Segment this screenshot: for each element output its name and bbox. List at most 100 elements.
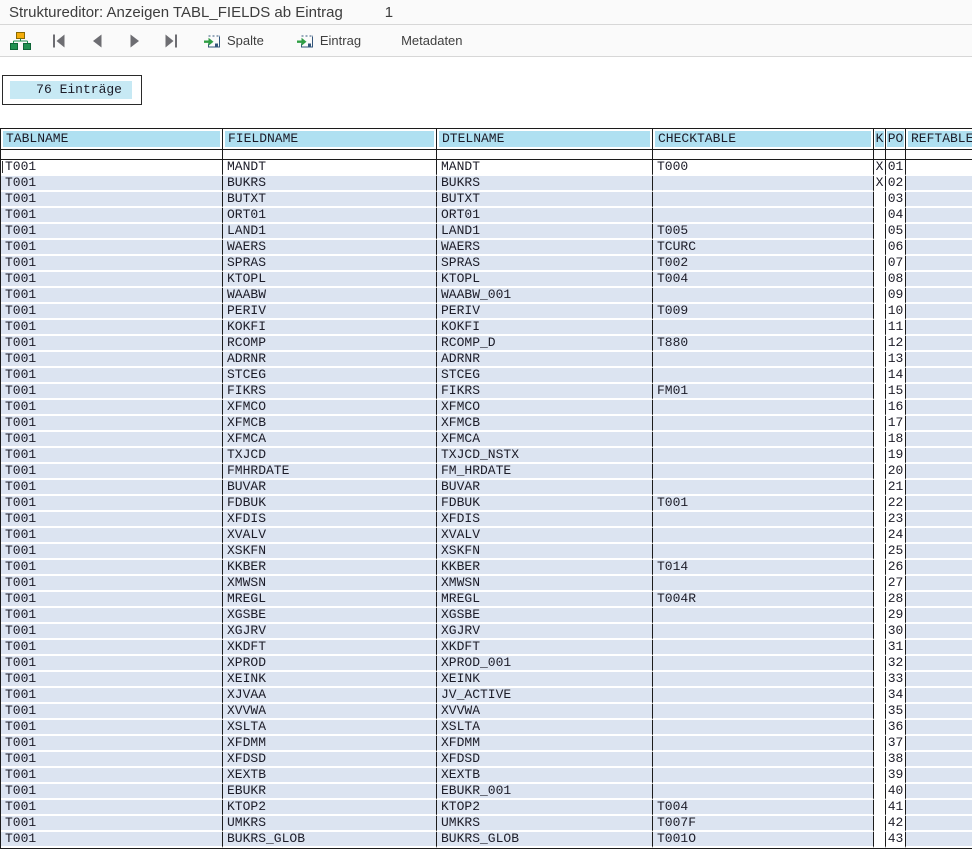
cell-checktable[interactable] bbox=[653, 352, 874, 368]
cell-dtelname[interactable]: WAERS bbox=[437, 240, 653, 256]
table-row[interactable]: T001KOKFIKOKFI11 bbox=[1, 320, 972, 336]
cell-po[interactable]: 19 bbox=[886, 448, 906, 464]
cell-k[interactable] bbox=[874, 544, 886, 560]
table-row[interactable]: T001PERIVPERIVT00910 bbox=[1, 304, 972, 320]
cell-checktable[interactable] bbox=[653, 752, 874, 768]
cell-checktable[interactable]: T009 bbox=[653, 304, 874, 320]
cell-reftable[interactable] bbox=[906, 176, 972, 192]
cell-dtelname[interactable]: XMWSN bbox=[437, 576, 653, 592]
cell-tablname[interactable]: T001 bbox=[1, 528, 223, 544]
cell-tablname[interactable]: T001 bbox=[1, 736, 223, 752]
cell-tablname[interactable]: T001 bbox=[1, 272, 223, 288]
cell-po[interactable]: 13 bbox=[886, 352, 906, 368]
cell-reftable[interactable] bbox=[906, 512, 972, 528]
cell-k[interactable] bbox=[874, 352, 886, 368]
cell-reftable[interactable] bbox=[906, 160, 972, 176]
table-row[interactable]: T001SPRASSPRAST00207 bbox=[1, 256, 972, 272]
cell-fieldname[interactable]: XKDFT bbox=[223, 640, 437, 656]
cell-checktable[interactable] bbox=[653, 208, 874, 224]
cell-reftable[interactable] bbox=[906, 304, 972, 320]
previous-record-button[interactable] bbox=[85, 31, 109, 51]
cell-fieldname[interactable]: XPROD bbox=[223, 656, 437, 672]
cell-po[interactable]: 17 bbox=[886, 416, 906, 432]
cell-fieldname[interactable]: KTOP2 bbox=[223, 800, 437, 816]
cell-k[interactable] bbox=[874, 208, 886, 224]
cell-tablname[interactable]: T001 bbox=[1, 192, 223, 208]
table-row[interactable]: T001KKBERKKBERT01426 bbox=[1, 560, 972, 576]
cell-dtelname[interactable]: RCOMP_D bbox=[437, 336, 653, 352]
cell-fieldname[interactable]: BUKRS bbox=[223, 176, 437, 192]
cell-po[interactable]: 41 bbox=[886, 800, 906, 816]
cell-tablname[interactable]: T001 bbox=[1, 384, 223, 400]
cell-dtelname[interactable]: XGSBE bbox=[437, 608, 653, 624]
cell-fieldname[interactable]: ORT01 bbox=[223, 208, 437, 224]
cell-po[interactable]: 24 bbox=[886, 528, 906, 544]
cell-k[interactable] bbox=[874, 432, 886, 448]
cell-reftable[interactable] bbox=[906, 480, 972, 496]
cell-dtelname[interactable]: MREGL bbox=[437, 592, 653, 608]
cell-checktable[interactable]: T001 bbox=[653, 496, 874, 512]
cell-po[interactable]: 01 bbox=[886, 160, 906, 176]
table-row[interactable]: T001BUKRSBUKRSX02 bbox=[1, 176, 972, 192]
table-row[interactable]: T001EBUKREBUKR_00140 bbox=[1, 784, 972, 800]
table-row[interactable]: T001UMKRSUMKRST007F42 bbox=[1, 816, 972, 832]
cell-k[interactable] bbox=[874, 256, 886, 272]
cell-tablname[interactable]: T001 bbox=[1, 496, 223, 512]
first-record-button[interactable] bbox=[47, 31, 71, 51]
cell-dtelname[interactable]: XFDSD bbox=[437, 752, 653, 768]
cell-tablname[interactable]: T001 bbox=[1, 640, 223, 656]
table-row[interactable]: T001BUVARBUVAR21 bbox=[1, 480, 972, 496]
cell-reftable[interactable] bbox=[906, 400, 972, 416]
cell-checktable[interactable] bbox=[653, 688, 874, 704]
cell-k[interactable] bbox=[874, 448, 886, 464]
cell-dtelname[interactable]: KTOPL bbox=[437, 272, 653, 288]
cell-reftable[interactable] bbox=[906, 352, 972, 368]
cell-checktable[interactable] bbox=[653, 464, 874, 480]
cell-k[interactable] bbox=[874, 416, 886, 432]
table-row[interactable]: T001RCOMPRCOMP_DT88012 bbox=[1, 336, 972, 352]
cell-po[interactable]: 28 bbox=[886, 592, 906, 608]
cell-fieldname[interactable]: XEXTB bbox=[223, 768, 437, 784]
cell-fieldname[interactable]: XFDSD bbox=[223, 752, 437, 768]
cell-dtelname[interactable]: UMKRS bbox=[437, 816, 653, 832]
cell-checktable[interactable] bbox=[653, 656, 874, 672]
cell-k[interactable] bbox=[874, 704, 886, 720]
cell-checktable[interactable] bbox=[653, 432, 874, 448]
cell-reftable[interactable] bbox=[906, 208, 972, 224]
table-row[interactable]: T001MANDTMANDTT000X01 bbox=[1, 160, 972, 176]
cell-po[interactable]: 23 bbox=[886, 512, 906, 528]
table-row[interactable]: T001XPRODXPROD_00132 bbox=[1, 656, 972, 672]
cell-checktable[interactable] bbox=[653, 416, 874, 432]
cell-fieldname[interactable]: BUTXT bbox=[223, 192, 437, 208]
cell-po[interactable]: 20 bbox=[886, 464, 906, 480]
cell-po[interactable]: 04 bbox=[886, 208, 906, 224]
cell-k[interactable] bbox=[874, 400, 886, 416]
cell-dtelname[interactable]: XVVWA bbox=[437, 704, 653, 720]
cell-checktable[interactable] bbox=[653, 400, 874, 416]
cell-po[interactable]: 29 bbox=[886, 608, 906, 624]
cell-dtelname[interactable]: STCEG bbox=[437, 368, 653, 384]
cell-dtelname[interactable]: XFDMM bbox=[437, 736, 653, 752]
cell-dtelname[interactable]: XFDIS bbox=[437, 512, 653, 528]
cell-dtelname[interactable]: BUVAR bbox=[437, 480, 653, 496]
cell-checktable[interactable] bbox=[653, 320, 874, 336]
cell-reftable[interactable] bbox=[906, 192, 972, 208]
cell-reftable[interactable] bbox=[906, 656, 972, 672]
cell-dtelname[interactable]: KTOP2 bbox=[437, 800, 653, 816]
cell-reftable[interactable] bbox=[906, 496, 972, 512]
cell-reftable[interactable] bbox=[906, 432, 972, 448]
cell-po[interactable]: 09 bbox=[886, 288, 906, 304]
cell-tablname[interactable]: T001 bbox=[1, 400, 223, 416]
cell-fieldname[interactable]: XFMCB bbox=[223, 416, 437, 432]
cell-k[interactable] bbox=[874, 272, 886, 288]
cell-tablname[interactable]: T001 bbox=[1, 208, 223, 224]
cell-checktable[interactable] bbox=[653, 192, 874, 208]
cell-reftable[interactable] bbox=[906, 560, 972, 576]
cell-k[interactable] bbox=[874, 512, 886, 528]
cell-checktable[interactable] bbox=[653, 576, 874, 592]
cell-po[interactable]: 03 bbox=[886, 192, 906, 208]
cell-k[interactable] bbox=[874, 752, 886, 768]
cell-tablname[interactable]: T001 bbox=[1, 288, 223, 304]
cell-tablname[interactable]: T001 bbox=[1, 800, 223, 816]
cell-reftable[interactable] bbox=[906, 288, 972, 304]
